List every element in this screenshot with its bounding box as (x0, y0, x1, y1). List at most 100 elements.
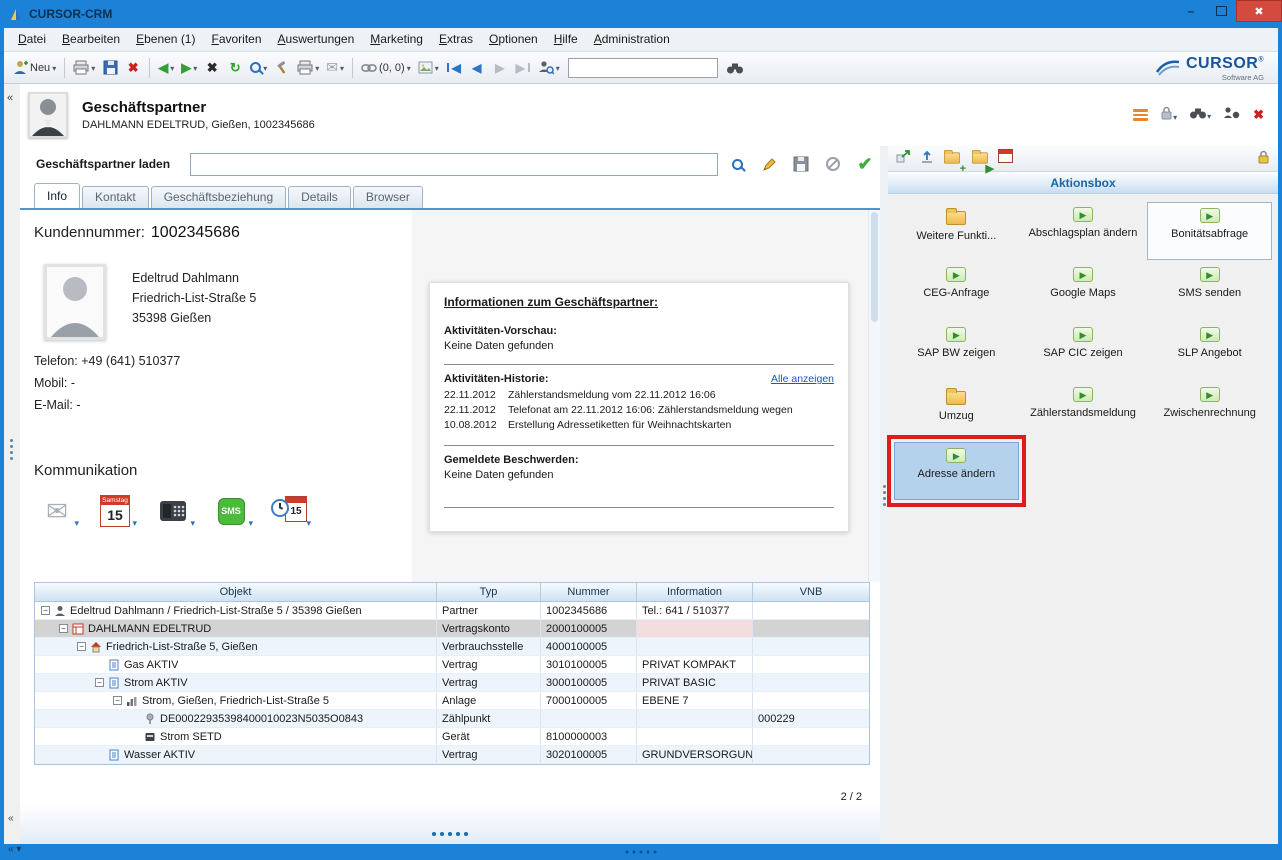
load-input[interactable] (190, 153, 718, 176)
column-nummer[interactable]: Nummer (541, 583, 637, 601)
action-sap-cic-zeigen[interactable]: SAP CIC zeigen (1021, 322, 1146, 380)
phone-action-button[interactable] (150, 491, 196, 531)
action-google-maps[interactable]: Google Maps (1021, 262, 1146, 320)
chevron-down-icon[interactable] (1173, 107, 1177, 124)
close-record-button[interactable]: ✖ (1253, 107, 1264, 123)
vertical-splitter[interactable] (880, 146, 888, 844)
person-search-button[interactable] (1223, 106, 1241, 124)
table-row[interactable]: Friedrich-List-Straße 5, Gießen Verbrauc… (35, 638, 869, 656)
action-abschlagsplan-aendern[interactable]: Abschlagsplan ändern (1021, 202, 1146, 260)
search-record-button[interactable] (1189, 106, 1211, 124)
chevron-down-icon[interactable] (1207, 106, 1211, 123)
action-slp-angebot[interactable]: SLP Angebot (1147, 322, 1272, 380)
collapse-bottom-icon[interactable]: « ▾ (8, 844, 21, 855)
vertical-scrollbar[interactable] (868, 210, 880, 582)
action-umzug[interactable]: Umzug (894, 382, 1019, 440)
close-button[interactable] (1236, 0, 1282, 22)
nav-prev-button[interactable]: ◀ (466, 56, 488, 80)
column-information[interactable]: Information (637, 583, 753, 601)
nav-next-button[interactable]: ▶ (489, 56, 511, 80)
table-row[interactable]: DE00022935398400010023N5035O0843 Zählpun… (35, 710, 869, 728)
delete-button[interactable]: ✖ (122, 56, 144, 80)
mail-button[interactable]: ✉ (323, 56, 347, 80)
panel-lock-button[interactable] (1257, 149, 1270, 169)
menu-item-favoriten[interactable]: Favoriten (203, 28, 269, 51)
chevron-down-icon[interactable] (248, 513, 253, 531)
tab-kontakt[interactable]: Kontakt (82, 186, 149, 208)
table-row-selected[interactable]: DAHLMANN EDELTRUD Vertragskonto 20001000… (35, 620, 869, 638)
horizontal-splitter-handle[interactable] (432, 832, 468, 836)
column-objekt[interactable]: Objekt (35, 583, 437, 601)
tree-expander-icon[interactable] (77, 642, 86, 651)
import-button[interactable] (920, 149, 934, 168)
left-collapse-strip[interactable]: « « (4, 84, 20, 844)
alle-anzeigen-link[interactable]: Alle anzeigen (771, 373, 834, 385)
export-image-button[interactable] (415, 56, 442, 80)
confirm-button[interactable]: ✔ (852, 151, 878, 177)
back-button[interactable]: ◀ (155, 56, 177, 80)
menu-item-datei[interactable]: Datei (10, 28, 54, 51)
chevron-down-icon[interactable] (193, 62, 197, 74)
sms-action-button[interactable]: SMS (208, 491, 254, 531)
table-row[interactable]: Strom AKTIV Vertrag 3000100005 PRIVAT BA… (35, 674, 869, 692)
print-preview-button[interactable] (70, 56, 98, 80)
folder-action-button[interactable]: ▶ (970, 147, 990, 170)
action-ceg-anfrage[interactable]: CEG-Anfrage (894, 262, 1019, 320)
action-sap-bw-zeigen[interactable]: SAP BW zeigen (894, 322, 1019, 380)
tools-button[interactable] (271, 56, 293, 80)
cut-button[interactable]: ✖ (201, 56, 223, 80)
forward-button[interactable]: ▶ (178, 56, 200, 80)
menu-item-bearbeiten[interactable]: Bearbeiten (54, 28, 128, 51)
calendar-button[interactable] (998, 149, 1013, 168)
search-layers-button[interactable] (247, 56, 270, 80)
action-sms-senden[interactable]: SMS senden (1147, 262, 1272, 320)
tree-expander-icon[interactable] (41, 606, 50, 615)
chevron-down-icon[interactable] (407, 62, 411, 74)
chevron-down-icon[interactable] (132, 513, 137, 531)
load-search-button[interactable] (724, 151, 750, 177)
refresh-button[interactable]: ↻ (224, 56, 246, 80)
save-mask-button[interactable] (788, 151, 814, 177)
add-folder-button[interactable]: + (942, 147, 962, 170)
collapse-bottom-icon[interactable]: « (8, 813, 14, 824)
chevron-down-icon[interactable] (306, 513, 311, 531)
table-row[interactable]: Wasser AKTIV Vertrag 3020100005 GRUNDVER… (35, 746, 869, 764)
action-zwischenrechnung[interactable]: Zwischenrechnung (1147, 382, 1272, 440)
table-row[interactable]: Strom, Gießen, Friedrich-List-Straße 5 A… (35, 692, 869, 710)
lock-button[interactable] (1160, 105, 1177, 125)
chevron-down-icon[interactable] (315, 62, 319, 74)
person-search-button[interactable] (535, 56, 563, 80)
menu-item-auswertungen[interactable]: Auswertungen (270, 28, 363, 51)
collapse-left-icon[interactable]: « (7, 92, 13, 104)
statusbar-splitter-handle[interactable] (626, 851, 657, 854)
toolbar-search-input[interactable] (568, 58, 718, 78)
task-action-button[interactable]: 15 (266, 491, 312, 531)
table-row[interactable]: Strom SETD Gerät 8100000003 (35, 728, 869, 746)
chevron-down-icon[interactable] (340, 62, 344, 74)
menu-item-marketing[interactable]: Marketing (362, 28, 431, 51)
tab-geschaeftsbeziehung[interactable]: Geschäftsbeziehung (151, 186, 286, 208)
chevron-down-icon[interactable] (190, 513, 195, 531)
nav-first-button[interactable]: ◀ (443, 56, 465, 80)
menu-item-optionen[interactable]: Optionen (481, 28, 546, 51)
action-adresse-aendern[interactable]: Adresse ändern (894, 442, 1019, 500)
chevron-down-icon[interactable] (170, 62, 174, 74)
action-weitere-funktionen[interactable]: Weitere Funkti... (894, 202, 1019, 260)
menu-item-administration[interactable]: Administration (586, 28, 678, 51)
action-bonitaetsabfrage[interactable]: Bonitätsabfrage (1147, 202, 1272, 260)
action-zaehlerstandsmeldung[interactable]: Zählerstandsmeldung (1021, 382, 1146, 440)
email-action-button[interactable]: ✉ (34, 491, 80, 531)
edit-button[interactable] (756, 151, 782, 177)
save-button[interactable] (99, 56, 121, 80)
left-splitter-handle[interactable] (10, 439, 13, 460)
tree-expander-icon[interactable] (113, 696, 122, 705)
tree-expander-icon[interactable] (59, 624, 68, 633)
appointment-action-button[interactable]: Samstag 15 (92, 491, 138, 531)
tree-expander-icon[interactable] (95, 678, 104, 687)
chevron-down-icon[interactable] (52, 62, 56, 74)
binoculars-button[interactable] (723, 56, 747, 80)
open-external-button[interactable] (896, 149, 912, 168)
new-button[interactable]: Neu (10, 56, 59, 80)
chevron-down-icon[interactable] (556, 62, 560, 74)
tab-details[interactable]: Details (288, 186, 351, 208)
